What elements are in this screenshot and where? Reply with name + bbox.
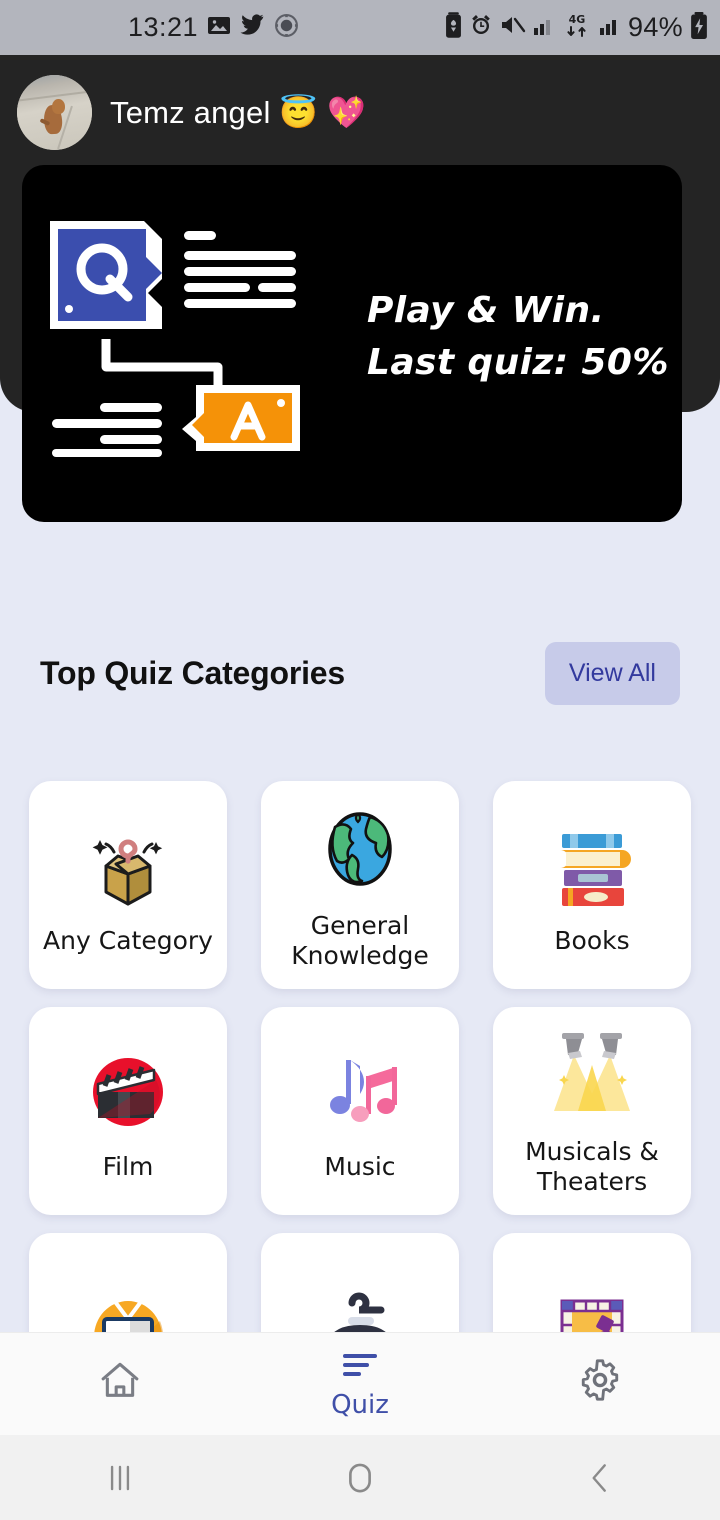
signal-bars-icon [533, 14, 555, 41]
home-circle-icon[interactable] [240, 1457, 480, 1499]
book-stack-icon [540, 814, 644, 918]
category-card-musicals-theaters[interactable]: Musicals & Theaters [493, 1007, 691, 1215]
mute-icon [500, 13, 526, 42]
photo-icon [207, 13, 231, 42]
quiz-qa-illustration [38, 207, 328, 457]
category-label: Any Category [43, 925, 213, 955]
quiz-list-icon [338, 1349, 382, 1386]
gear-icon [577, 1357, 623, 1408]
status-clock: 13:21 [128, 12, 199, 42]
signal-bars-2-icon [599, 14, 621, 41]
category-card-any-category[interactable]: Any Category [29, 781, 227, 989]
avatar[interactable] [17, 75, 92, 150]
spotlights-icon [540, 1025, 644, 1129]
nav-item-home[interactable] [0, 1357, 240, 1412]
alarm-icon [469, 13, 493, 42]
promo-banner[interactable]: Play & Win. Last quiz: 50% [22, 165, 682, 522]
page-title: Top Quiz Categories [40, 654, 345, 691]
category-card-books[interactable]: Books [493, 781, 691, 989]
clapperboard-icon [76, 1040, 180, 1144]
nav-label-quiz: Quiz [331, 1389, 389, 1420]
mystery-box-icon [76, 814, 180, 918]
profile-row[interactable]: Temz angel 😇 💖 [17, 75, 366, 150]
category-label: Books [554, 925, 630, 955]
category-card-music[interactable]: Music [261, 1007, 459, 1215]
promo-line-1: Play & Win. [367, 290, 605, 331]
globe-icon [308, 799, 412, 903]
category-grid: Any Category General Knowledge Books Fil… [29, 781, 691, 1441]
status-bar-left: 13:21 [128, 12, 299, 43]
svg-text:4G: 4G [569, 13, 586, 26]
battery-percent-label: 94% [628, 12, 683, 42]
battery-saver-icon [445, 12, 462, 43]
promo-line-2: Last quiz: 50% [367, 342, 669, 384]
category-card-general-knowledge[interactable]: General Knowledge [261, 781, 459, 989]
nav-item-settings[interactable] [480, 1357, 720, 1412]
app-badge-icon [274, 13, 299, 43]
music-notes-icon [308, 1040, 412, 1144]
status-bar-right: 4G 94% [445, 11, 708, 44]
avatar-dog-head [52, 99, 65, 114]
section-header: Top Quiz Categories View All [0, 628, 720, 718]
back-icon[interactable] [480, 1459, 720, 1497]
category-label: General Knowledge [291, 910, 429, 971]
view-all-button[interactable]: View All [544, 641, 680, 705]
twitter-icon [240, 14, 265, 41]
charging-battery-icon [690, 11, 708, 44]
promo-text: Play & Win. Last quiz: 50% [367, 285, 669, 389]
home-icon [97, 1357, 143, 1408]
recents-icon[interactable] [0, 1459, 240, 1497]
status-bar: 13:21 4G 94% [0, 0, 720, 55]
bottom-navigation: Quiz [0, 1332, 720, 1435]
category-label: Musicals & Theaters [525, 1136, 659, 1197]
system-navigation-bar [0, 1435, 720, 1520]
category-label: Music [324, 1151, 396, 1181]
nav-item-quiz[interactable]: Quiz [240, 1349, 480, 1420]
username-label: Temz angel 😇 💖 [110, 95, 366, 130]
category-card-film[interactable]: Film [29, 1007, 227, 1215]
4g-data-icon: 4G [562, 12, 592, 43]
category-label: Film [102, 1151, 154, 1181]
